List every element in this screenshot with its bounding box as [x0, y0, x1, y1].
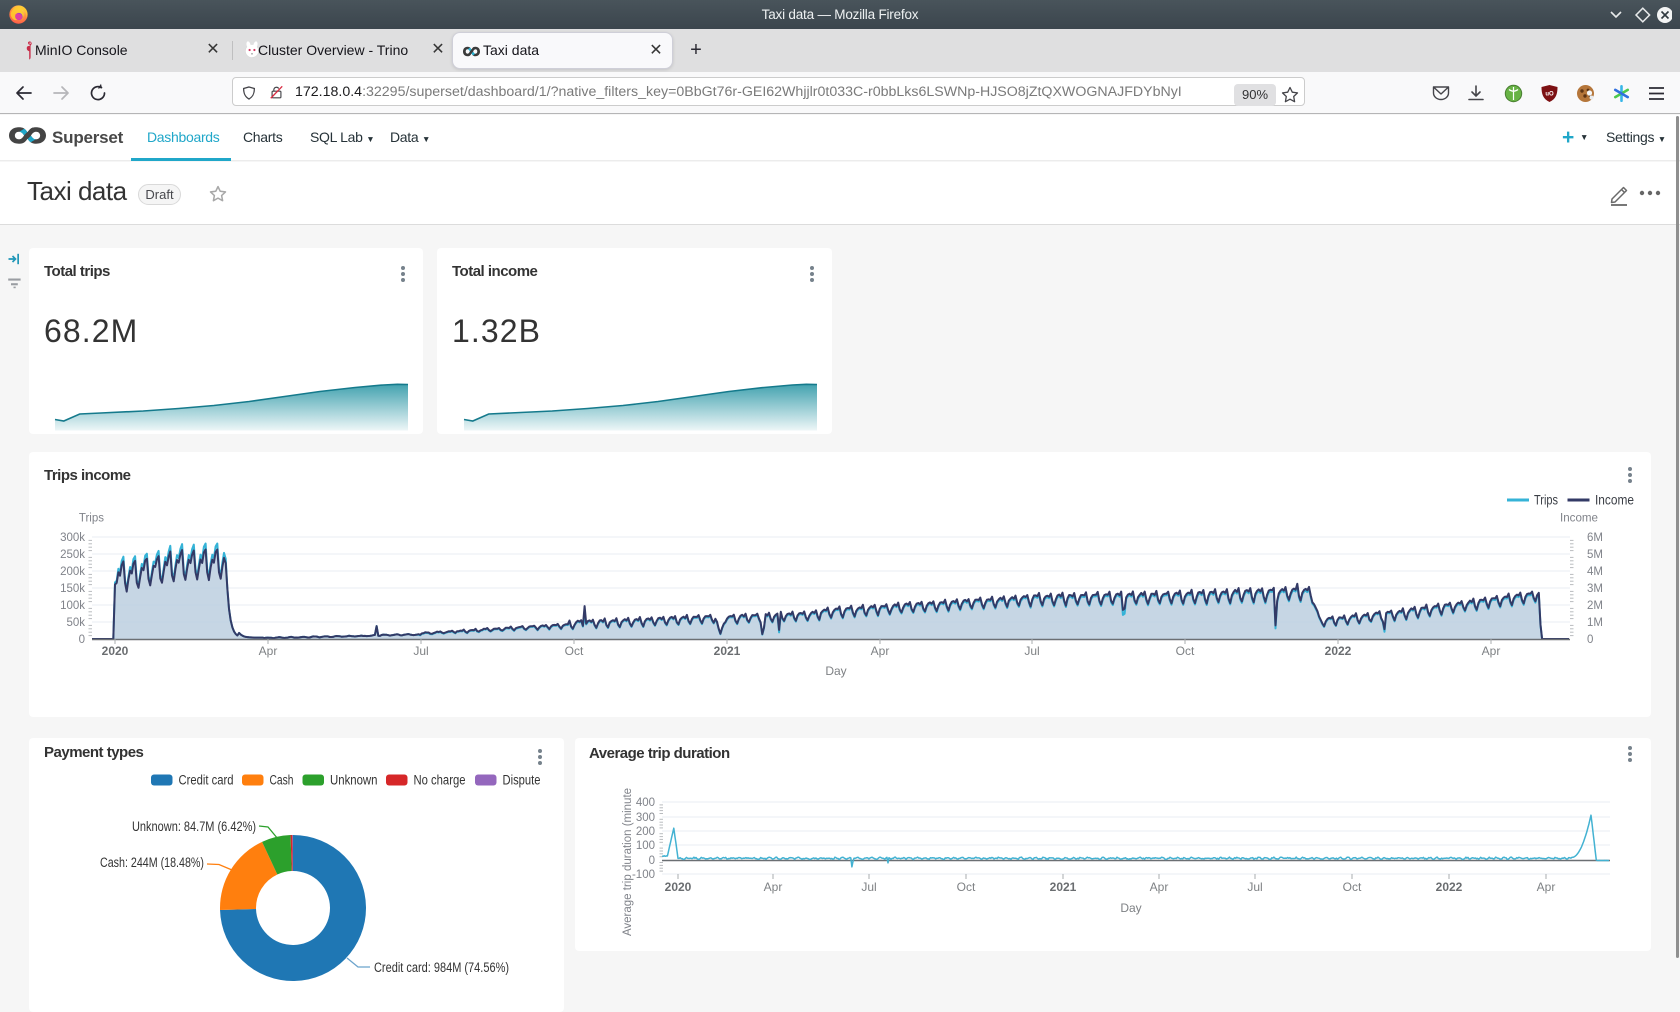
- svg-text:Apr: Apr: [1537, 880, 1556, 894]
- svg-text:-100: -100: [632, 869, 655, 881]
- svg-text:Average trip duration (minute: Average trip duration (minute: [622, 788, 634, 936]
- svg-text:uO: uO: [1545, 92, 1554, 98]
- svg-text:400: 400: [636, 797, 655, 809]
- svg-text:2022: 2022: [1436, 880, 1463, 894]
- svg-text:200: 200: [636, 826, 655, 838]
- svg-text:Day: Day: [1120, 901, 1141, 915]
- svg-text:Oct: Oct: [1343, 880, 1362, 894]
- svg-text:Jul: Jul: [1247, 880, 1262, 894]
- svg-text:Apr: Apr: [1150, 880, 1169, 894]
- svg-text:100: 100: [636, 840, 655, 852]
- svg-text:Jul: Jul: [861, 880, 876, 894]
- svg-text:Apr: Apr: [764, 880, 783, 894]
- svg-text:2020: 2020: [665, 880, 692, 894]
- svg-text:0: 0: [649, 855, 655, 867]
- svg-text:2021: 2021: [1050, 880, 1077, 894]
- svg-text:Oct: Oct: [957, 880, 976, 894]
- svg-text:300: 300: [636, 812, 655, 824]
